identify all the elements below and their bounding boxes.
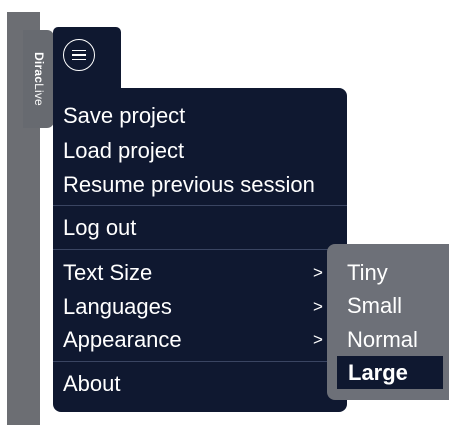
hamburger-menu-icon[interactable] [63, 39, 95, 71]
menu-divider [53, 249, 347, 250]
menu-item-log-out[interactable]: Log out [63, 213, 136, 243]
submenu-arrow-icon: > [313, 263, 323, 282]
brand-logo: DiracLive [32, 52, 46, 106]
menu-item-about[interactable]: About [63, 369, 121, 399]
menu-item-appearance[interactable]: Appearance [63, 325, 182, 355]
menu-item-languages[interactable]: Languages [63, 292, 172, 322]
text-size-option-small[interactable]: Small [347, 291, 402, 321]
brand-name-part1: Dirac [32, 52, 46, 84]
text-size-option-tiny[interactable]: Tiny [347, 258, 388, 288]
submenu-arrow-icon: > [313, 330, 323, 349]
menu-item-save-project[interactable]: Save project [63, 101, 185, 131]
text-size-option-large-label: Large [348, 360, 408, 385]
menu-item-resume-session[interactable]: Resume previous session [63, 170, 315, 200]
menu-item-text-size[interactable]: Text Size [63, 258, 152, 288]
submenu-arrow-icon: > [313, 297, 323, 316]
text-size-option-normal[interactable]: Normal [347, 325, 418, 355]
menu-divider [53, 361, 347, 362]
menu-divider [53, 205, 347, 206]
menu-item-load-project[interactable]: Load project [63, 136, 184, 166]
brand-name-part2: Live [32, 83, 46, 106]
